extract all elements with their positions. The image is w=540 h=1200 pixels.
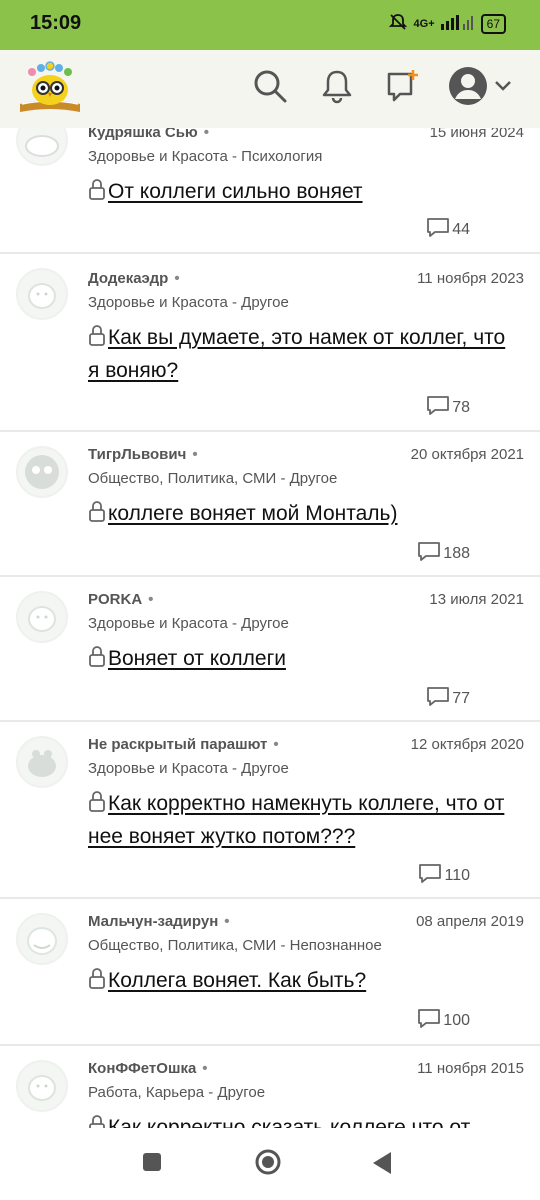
lock-icon <box>88 790 106 821</box>
comment-icon <box>426 685 450 712</box>
triangle-back-icon <box>370 1152 394 1180</box>
lock-icon <box>88 645 106 676</box>
square-recents-icon <box>140 1153 164 1178</box>
author-name[interactable]: PORKA • <box>88 591 153 608</box>
question-item[interactable]: Кудряшка Сью • 15 июня 2024 Здоровье и Кр… <box>0 128 540 254</box>
status-bar: 15:09 4G+ 67 <box>0 0 540 50</box>
author-name[interactable]: Кудряшка Сью • <box>88 128 209 141</box>
post-date: 11 ноября 2023 <box>417 270 524 287</box>
chevron-down-icon <box>494 79 512 97</box>
author-name[interactable]: ТигрЛьвович • <box>88 446 198 463</box>
post-category[interactable]: Здоровье и Красота - Психология <box>88 148 322 165</box>
post-date: 08 апреля 2019 <box>416 913 524 930</box>
post-date: 15 июня 2024 <box>429 128 524 141</box>
lock-icon <box>88 178 106 209</box>
post-date: 20 октября 2021 <box>410 446 524 463</box>
post-date: 13 июля 2021 <box>429 591 524 608</box>
ask-question-button[interactable] <box>383 68 423 108</box>
comments-count[interactable]: 110 <box>418 862 470 889</box>
question-item[interactable]: Не раскрытый парашют • 12 октября 2020 Зд… <box>0 722 540 899</box>
post-date: 12 октября 2020 <box>410 736 524 753</box>
comment-icon <box>426 394 450 421</box>
network-label: 4G+ <box>413 17 435 30</box>
question-title[interactable]: коллеге воняет мой Монталь) <box>88 498 520 531</box>
comments-count[interactable]: 44 <box>426 216 470 243</box>
search-button[interactable] <box>250 68 290 108</box>
avatar[interactable] <box>16 268 68 320</box>
mute-icon <box>388 12 408 35</box>
comments-count[interactable]: 188 <box>417 540 470 567</box>
notifications-button[interactable] <box>317 68 357 108</box>
question-item[interactable]: ТигрЛьвович • 20 октября 2021 Общество, П… <box>0 432 540 577</box>
question-item[interactable]: Мальчун-задирун • 08 апреля 2019 Общество… <box>0 899 540 1046</box>
post-category[interactable]: Здоровье и Красота - Другое <box>88 760 289 777</box>
avatar[interactable] <box>16 1060 68 1112</box>
system-nav-bar <box>0 1128 540 1200</box>
lock-icon <box>88 324 106 355</box>
question-item[interactable]: PORKA • 13 июля 2021 Здоровье и Красота -… <box>0 577 540 722</box>
bell-icon <box>320 68 354 109</box>
author-name[interactable]: Не раскрытый парашют • <box>88 736 279 753</box>
lock-icon <box>88 1114 106 1128</box>
question-title[interactable]: Как вы думаете, это намек от коллег, что… <box>88 322 520 386</box>
comments-count[interactable]: 100 <box>417 1007 470 1034</box>
avatar[interactable] <box>16 913 68 965</box>
post-category[interactable]: Общество, Политика, СМИ - Непознанное <box>88 937 382 954</box>
user-avatar-icon <box>448 66 488 111</box>
author-name[interactable]: Мальчун-задирун • <box>88 913 230 930</box>
avatar[interactable] <box>16 591 68 643</box>
circle-home-icon <box>254 1149 282 1180</box>
question-title[interactable]: Как корректно сказать коллеге что от <box>88 1112 520 1128</box>
post-category[interactable]: Здоровье и Красота - Другое <box>88 615 289 632</box>
question-feed: Кудряшка Сью • 15 июня 2024 Здоровье и Кр… <box>0 128 540 1128</box>
search-icon <box>252 68 288 109</box>
home-button[interactable] <box>254 1148 282 1181</box>
battery-icon: 67 <box>480 13 506 34</box>
app-header <box>0 50 540 128</box>
comments-count[interactable]: 78 <box>426 394 470 421</box>
post-category[interactable]: Здоровье и Красота - Другое <box>88 294 289 311</box>
comments-count[interactable]: 77 <box>426 685 470 712</box>
recents-button[interactable] <box>140 1150 164 1179</box>
back-button[interactable] <box>370 1150 394 1181</box>
author-name[interactable]: КонФФетОшка • <box>88 1060 208 1077</box>
author-name[interactable]: Додекаэдр • <box>88 270 180 287</box>
question-title[interactable]: Коллега воняет. Как быть? <box>88 965 520 998</box>
comment-icon <box>418 862 442 889</box>
comment-icon <box>417 1007 441 1034</box>
avatar[interactable] <box>16 736 68 788</box>
owl-logo-icon[interactable] <box>16 60 84 118</box>
status-icons: 4G+ 67 <box>388 12 506 35</box>
avatar[interactable] <box>16 128 68 166</box>
lock-icon <box>88 500 106 531</box>
comment-icon <box>426 216 450 243</box>
avatar[interactable] <box>16 446 68 498</box>
profile-button[interactable] <box>448 66 520 111</box>
comment-icon <box>417 540 441 567</box>
add-question-icon <box>385 68 421 109</box>
question-title[interactable]: Воняет от коллеги <box>88 643 520 676</box>
post-category[interactable]: Работа, Карьера - Другое <box>88 1084 265 1101</box>
question-title[interactable]: От коллеги сильно воняет <box>88 176 520 209</box>
status-time: 15:09 <box>30 12 82 34</box>
post-date: 11 ноября 2015 <box>417 1060 524 1077</box>
question-item[interactable]: КонФФетОшка • 11 ноября 2015 Работа, Карь… <box>0 1046 540 1128</box>
post-category[interactable]: Общество, Политика, СМИ - Другое <box>88 470 337 487</box>
signal-icon <box>440 14 475 33</box>
lock-icon <box>88 967 106 998</box>
question-title[interactable]: Как корректно намекнуть коллеге, что от … <box>88 788 520 852</box>
question-item[interactable]: Додекаэдр • 11 ноября 2023 Здоровье и Кра… <box>0 254 540 432</box>
